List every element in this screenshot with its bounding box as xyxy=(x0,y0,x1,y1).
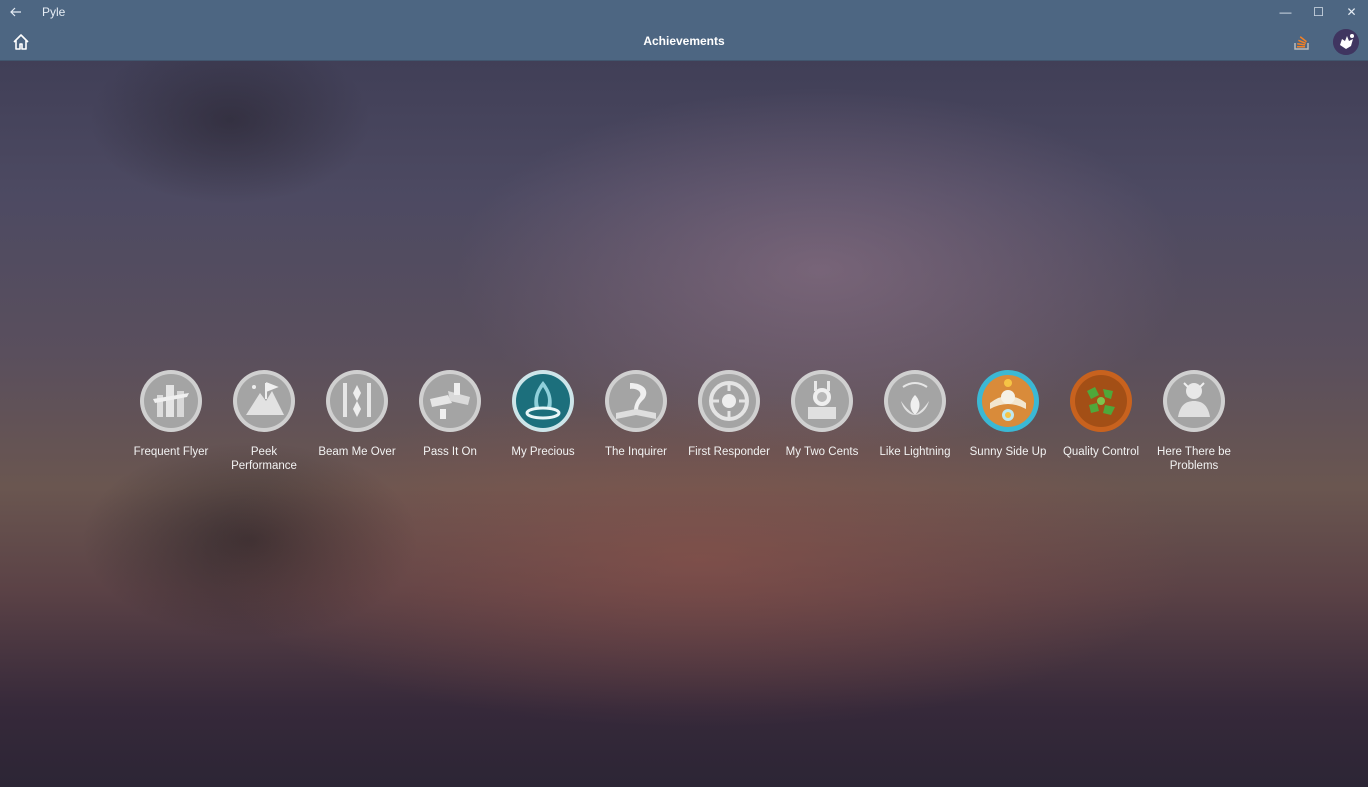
frequent-flyer-icon xyxy=(140,370,202,432)
achievement-quality-control[interactable]: Quality Control xyxy=(1055,369,1147,459)
beam-me-over-icon xyxy=(326,370,388,432)
pass-it-on-icon xyxy=(419,370,481,432)
achievement-my-two-cents[interactable]: My Two Cents xyxy=(776,369,868,459)
minimize-button[interactable]: — xyxy=(1269,0,1302,24)
close-button[interactable]: ✕ xyxy=(1335,0,1368,24)
achievement-label: Beam Me Over xyxy=(318,446,396,458)
achievement-label: The Inquirer xyxy=(604,446,667,458)
quality-control-icon xyxy=(1070,370,1132,432)
achievement-label: First Responder xyxy=(688,446,770,458)
achievements-list: Frequent Flyer Peek Performance Beam Me … xyxy=(125,369,1243,489)
sunny-side-up-icon xyxy=(977,370,1039,432)
first-responder-icon xyxy=(698,370,760,432)
window-title: Pyle xyxy=(42,5,66,19)
achievement-label: Frequent Flyer xyxy=(133,446,209,458)
achievement-here-there-be-problems[interactable]: Here There be Problems xyxy=(1148,369,1240,473)
page-title: Achievements xyxy=(643,34,725,48)
window-controls: — ☐ ✕ xyxy=(1269,0,1368,24)
peek-performance-icon xyxy=(233,370,295,432)
achievement-pass-it-on[interactable]: Pass It On xyxy=(404,369,496,459)
achievement-my-precious[interactable]: My Precious xyxy=(497,369,589,459)
achievement-sunny-side-up[interactable]: Sunny Side Up xyxy=(962,369,1054,459)
achievement-label: Sunny Side Up xyxy=(969,446,1047,458)
achievement-label: Peek Performance xyxy=(231,446,297,472)
achievement-beam-me-over[interactable]: Beam Me Over xyxy=(311,369,403,459)
back-arrow-icon[interactable] xyxy=(0,0,32,24)
title-bar: Pyle — ☐ ✕ xyxy=(0,0,1368,24)
achievement-label: Here There be Problems xyxy=(1157,446,1231,472)
achievement-label: Like Lightning xyxy=(879,446,951,458)
achievement-like-lightning[interactable]: Like Lightning xyxy=(869,369,961,459)
achievement-peek-performance[interactable]: Peek Performance xyxy=(218,369,310,473)
achievement-label: Quality Control xyxy=(1062,446,1140,458)
the-inquirer-icon xyxy=(605,370,667,432)
app-header: Achievements xyxy=(0,24,1368,61)
achievement-the-inquirer[interactable]: The Inquirer xyxy=(590,369,682,459)
stackoverflow-icon[interactable] xyxy=(1293,33,1311,51)
my-two-cents-icon xyxy=(791,370,853,432)
maximize-button[interactable]: ☐ xyxy=(1302,0,1335,24)
like-lightning-icon xyxy=(884,370,946,432)
my-precious-icon xyxy=(512,370,574,432)
achievement-label: Pass It On xyxy=(423,446,477,458)
here-there-be-problems-icon xyxy=(1163,370,1225,432)
achievement-label: My Two Cents xyxy=(785,446,859,458)
achievement-label: My Precious xyxy=(511,446,575,458)
achievement-frequent-flyer[interactable]: Frequent Flyer xyxy=(125,369,217,459)
avatar-icon[interactable] xyxy=(1333,29,1359,55)
achievement-first-responder[interactable]: First Responder xyxy=(683,369,775,459)
